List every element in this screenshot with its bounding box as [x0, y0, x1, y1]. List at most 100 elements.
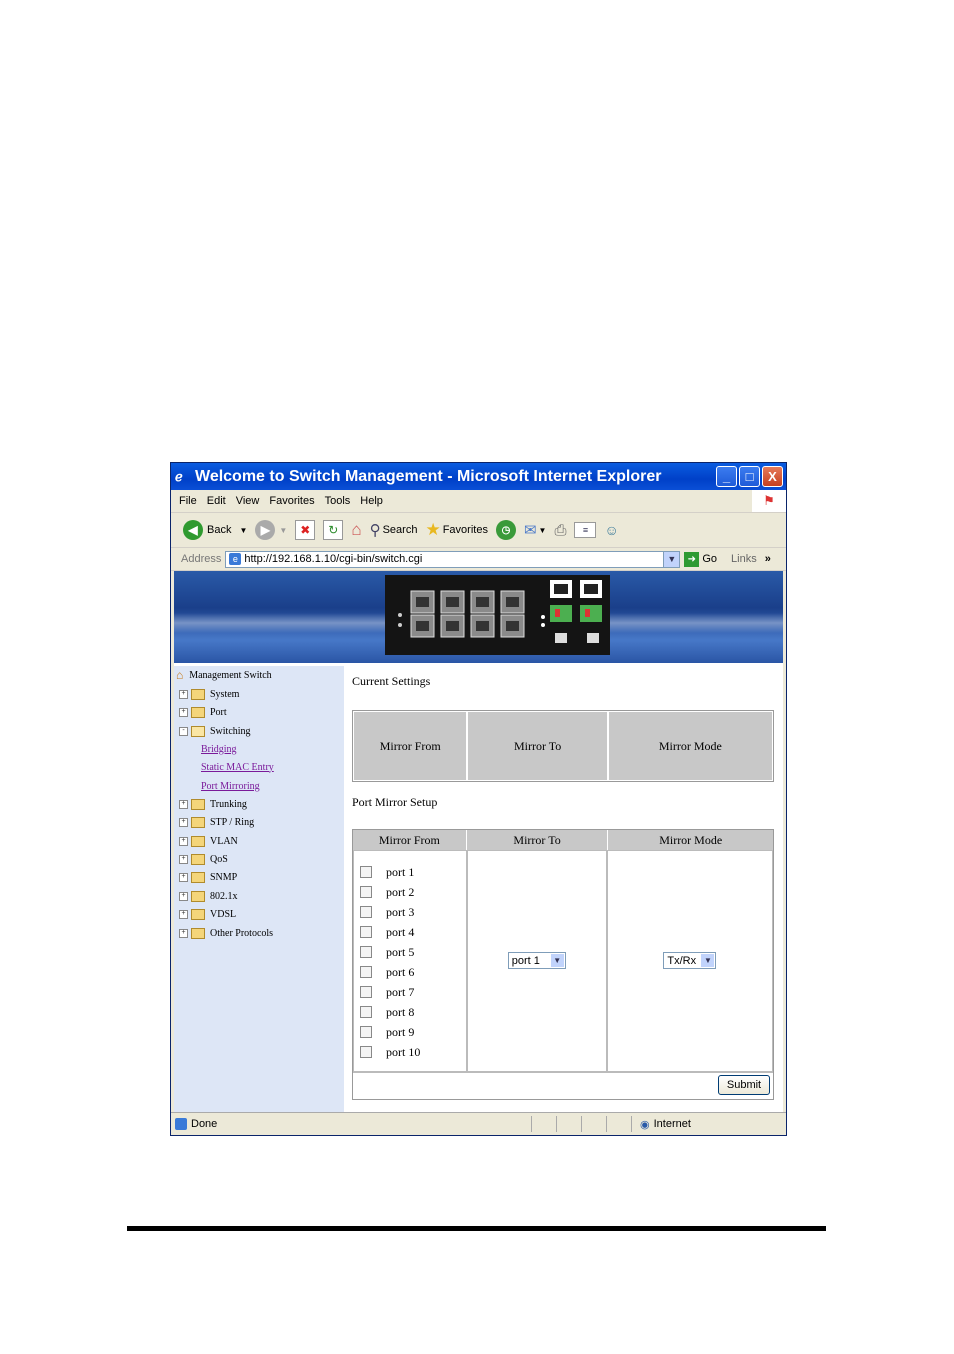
- port-2-checkbox[interactable]: [360, 886, 372, 898]
- tree-item-vdsl[interactable]: + VDSL: [179, 907, 236, 921]
- open-folder-icon: [191, 725, 205, 737]
- go-button[interactable]: ➜ Go: [684, 551, 717, 567]
- forward-button[interactable]: ▶ ▼: [255, 520, 287, 540]
- port-label: port 10: [386, 1044, 421, 1059]
- expand-icon[interactable]: +: [179, 891, 188, 901]
- chevron-right-icon[interactable]: »: [765, 553, 771, 565]
- menu-help[interactable]: Help: [360, 495, 383, 507]
- home-button[interactable]: ⌂: [351, 520, 361, 540]
- minimize-button[interactable]: _: [716, 466, 737, 487]
- favorites-button[interactable]: ★ Favorites: [425, 520, 488, 540]
- current-settings-title: Current Settings: [352, 674, 431, 688]
- tree-subitem-static-mac[interactable]: Static MAC Entry: [201, 760, 274, 774]
- close-button[interactable]: X: [762, 466, 783, 487]
- menu-edit[interactable]: Edit: [207, 495, 226, 507]
- tree-item-label: Trunking: [210, 798, 247, 810]
- search-button[interactable]: ⚲ Search: [370, 521, 418, 539]
- edit-button[interactable]: ≡: [574, 522, 597, 538]
- expand-icon[interactable]: +: [179, 689, 188, 699]
- tree-root[interactable]: ⌂ Management Switch: [176, 668, 272, 682]
- tree-item-snmp[interactable]: + SNMP: [179, 870, 237, 884]
- tree-item-label: STP / Ring: [210, 816, 255, 828]
- tree-item-stp-ring[interactable]: + STP / Ring: [179, 815, 254, 829]
- mirror-from-cell: port 1 port 2 port 3 port 4 port 5 port …: [353, 850, 467, 1072]
- expand-icon[interactable]: +: [179, 707, 188, 717]
- history-button[interactable]: ◷: [495, 520, 516, 540]
- tree-item-port[interactable]: + Port: [179, 705, 227, 719]
- menu-file[interactable]: File: [179, 495, 197, 507]
- expand-icon[interactable]: +: [179, 872, 188, 882]
- port-5-checkbox[interactable]: [360, 946, 372, 958]
- menu-favorites[interactable]: Favorites: [269, 495, 314, 507]
- collapse-icon[interactable]: -: [179, 726, 188, 736]
- menu-tools[interactable]: Tools: [325, 495, 351, 507]
- tree-item-label: System: [210, 688, 240, 700]
- tree-item-label: SNMP: [210, 871, 238, 883]
- port-6-checkbox[interactable]: [360, 966, 372, 978]
- toolbar: ◀ Back ▼ ▶ ▼ ✖ ↻ ⌂ ⚲ Search ★ Favorites …: [171, 513, 786, 548]
- title-bar: ℯ Welcome to Switch Management - Microso…: [171, 463, 786, 490]
- tree-subitem-bridging[interactable]: Bridging: [201, 742, 237, 756]
- address-input[interactable]: e http://192.168.1.10/cgi-bin/switch.cgi…: [225, 550, 681, 568]
- mirror-mode-select[interactable]: Tx/Rx ▼: [663, 952, 717, 969]
- maximize-button[interactable]: □: [739, 466, 760, 487]
- links-button[interactable]: Links: [731, 553, 757, 565]
- tree-item-label: Port: [210, 706, 227, 718]
- tree-item-trunking[interactable]: + Trunking: [179, 797, 247, 811]
- port-mirroring-link[interactable]: Port Mirroring: [201, 781, 260, 792]
- expand-icon[interactable]: +: [179, 854, 188, 864]
- folder-icon: [191, 835, 205, 847]
- folder-icon: [191, 853, 205, 865]
- port-label: port 1: [386, 864, 415, 879]
- mirror-to-select[interactable]: port 1 ▼: [507, 952, 566, 969]
- port-option: port 8: [360, 1005, 414, 1019]
- messenger-button[interactable]: ☺: [604, 522, 618, 538]
- expand-icon[interactable]: +: [179, 928, 188, 938]
- mail-icon: ✉: [523, 522, 537, 539]
- tree-root-label: Management Switch: [189, 669, 272, 681]
- chevron-down-icon[interactable]: ▼: [663, 551, 680, 567]
- expand-icon[interactable]: +: [179, 909, 188, 919]
- menu-bar: File Edit View Favorites Tools Help ⚑: [171, 490, 786, 513]
- port-9-checkbox[interactable]: [360, 1026, 372, 1038]
- print-button[interactable]: ⎙: [554, 522, 566, 539]
- expand-icon[interactable]: +: [179, 799, 188, 809]
- static-mac-entry-link[interactable]: Static MAC Entry: [201, 762, 274, 773]
- tree-item-other-protocols[interactable]: + Other Protocols: [179, 926, 273, 940]
- tree-item-switching[interactable]: - Switching: [179, 724, 251, 738]
- status-bar: Done ◉ Internet: [171, 1112, 786, 1135]
- mail-button[interactable]: ✉ ▼: [524, 521, 547, 539]
- port-1-checkbox[interactable]: [360, 866, 372, 878]
- back-button[interactable]: ◀ Back ▼: [183, 520, 247, 540]
- tree-item-qos[interactable]: + QoS: [179, 852, 228, 866]
- mirror-from-header: Mirror From: [353, 830, 467, 850]
- port-7-checkbox[interactable]: [360, 986, 372, 998]
- bridging-link[interactable]: Bridging: [201, 744, 237, 755]
- port-8-checkbox[interactable]: [360, 1006, 372, 1018]
- tree-item-8021x[interactable]: + 802.1x: [179, 889, 238, 903]
- port-option: port 9: [360, 1025, 414, 1039]
- tree-item-vlan[interactable]: + VLAN: [179, 834, 238, 848]
- zone-indicator: ◉ Internet: [631, 1116, 770, 1132]
- expand-icon[interactable]: +: [179, 817, 188, 827]
- mirror-to-value: port 1: [511, 954, 540, 967]
- home-icon: ⌂: [176, 667, 184, 682]
- address-url: http://192.168.1.10/cgi-bin/switch.cgi: [244, 553, 423, 565]
- mirror-mode-value: Tx/Rx: [667, 954, 697, 967]
- port-mirror-setup-title: Port Mirror Setup: [352, 795, 438, 809]
- chevron-down-icon: ▼: [239, 525, 248, 535]
- go-arrow-icon: ➜: [684, 551, 700, 567]
- port-mirror-setup-table: Mirror From Mirror To Mirror Mode port 1…: [352, 829, 774, 1100]
- submit-button[interactable]: Submit: [718, 1075, 770, 1095]
- port-4-checkbox[interactable]: [360, 926, 372, 938]
- port-3-checkbox[interactable]: [360, 906, 372, 918]
- menu-view[interactable]: View: [236, 495, 260, 507]
- stop-button[interactable]: ✖: [295, 520, 316, 540]
- tree-subitem-port-mirroring[interactable]: Port Mirroring: [201, 779, 260, 793]
- port-option: port 2: [360, 885, 414, 899]
- refresh-button[interactable]: ↻: [323, 520, 344, 540]
- expand-icon[interactable]: +: [179, 836, 188, 846]
- port-10-checkbox[interactable]: [360, 1046, 372, 1058]
- ie-page-icon: ℯ: [175, 468, 183, 484]
- tree-item-system[interactable]: + System: [179, 687, 239, 701]
